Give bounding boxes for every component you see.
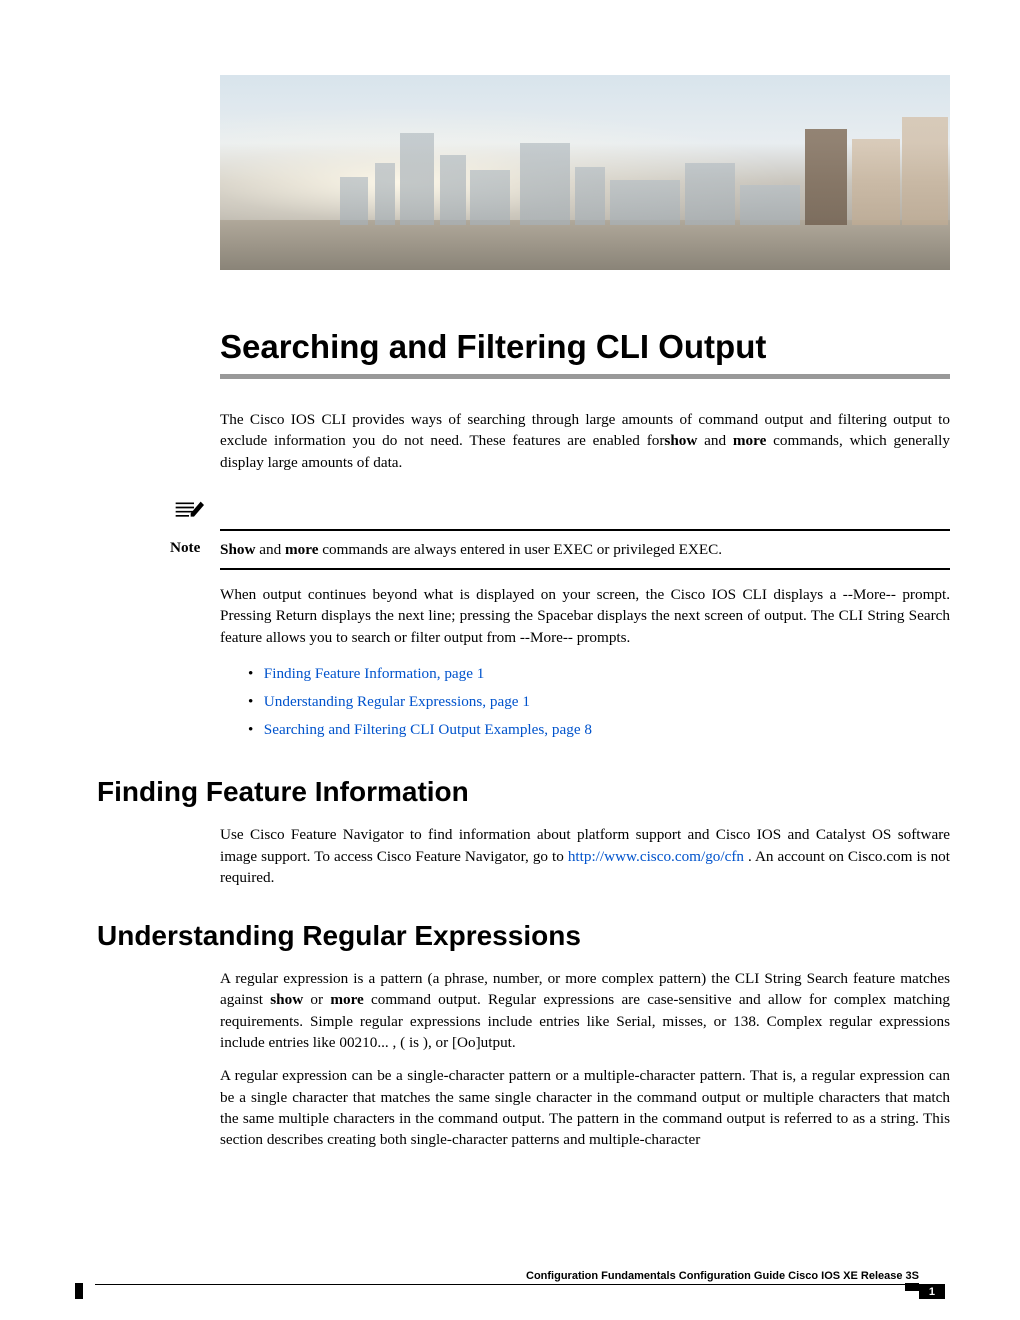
page-footer: Configuration Fundamentals Configuration… xyxy=(75,1270,945,1285)
intro-paragraph-2: When output continues beyond what is dis… xyxy=(220,584,950,648)
toc-link[interactable]: Understanding Regular Expressions, page … xyxy=(264,693,530,710)
text: and xyxy=(255,541,285,558)
section-body: A regular expression is a pattern (a phr… xyxy=(220,968,950,1150)
bold-more: more xyxy=(285,541,318,558)
bold-more: more xyxy=(330,991,363,1008)
toc-link[interactable]: Searching and Filtering CLI Output Examp… xyxy=(264,721,592,738)
bold-show: Show xyxy=(220,541,255,558)
note-label: Note xyxy=(170,539,220,560)
page-number: 1 xyxy=(919,1285,945,1299)
footer-left-mark xyxy=(75,1283,83,1299)
text: commands are always entered in user EXEC… xyxy=(318,541,722,558)
section-heading-finding-feature: Finding Feature Information xyxy=(97,776,945,808)
intro-paragraph: The Cisco IOS CLI provides ways of searc… xyxy=(220,409,950,473)
footer-guide-title: Configuration Fundamentals Configuration… xyxy=(75,1270,945,1282)
text: When output continues beyond what is dis… xyxy=(220,584,950,648)
note-callout: Note Show and more commands are always e… xyxy=(170,495,950,570)
chapter-title: Searching and Filtering CLI Output xyxy=(220,328,945,366)
text: A regular expression can be a single-cha… xyxy=(220,1065,950,1150)
bold-more: more xyxy=(733,432,766,449)
hero-banner-image xyxy=(220,75,950,270)
title-underline xyxy=(220,374,950,379)
cfn-link[interactable]: http://www.cisco.com/go/cfn xyxy=(568,848,744,865)
toc-item: • Searching and Filtering CLI Output Exa… xyxy=(220,716,950,744)
section-heading-regex: Understanding Regular Expressions xyxy=(97,920,945,952)
table-of-contents: • Finding Feature Information, page 1 • … xyxy=(220,660,950,744)
toc-link[interactable]: Finding Feature Information, page 1 xyxy=(264,665,485,682)
bold-show: show xyxy=(270,991,303,1008)
bold-show: show xyxy=(664,432,697,449)
text: or xyxy=(303,991,330,1008)
note-pencil-icon xyxy=(172,495,206,525)
note-text: Show and more commands are always entere… xyxy=(220,539,950,560)
toc-item: • Finding Feature Information, page 1 xyxy=(220,660,950,688)
section-body: Use Cisco Feature Navigator to find info… xyxy=(220,824,950,888)
text: and xyxy=(697,432,733,449)
document-page: Searching and Filtering CLI Output The C… xyxy=(0,0,1020,1320)
toc-item: • Understanding Regular Expressions, pag… xyxy=(220,688,950,716)
